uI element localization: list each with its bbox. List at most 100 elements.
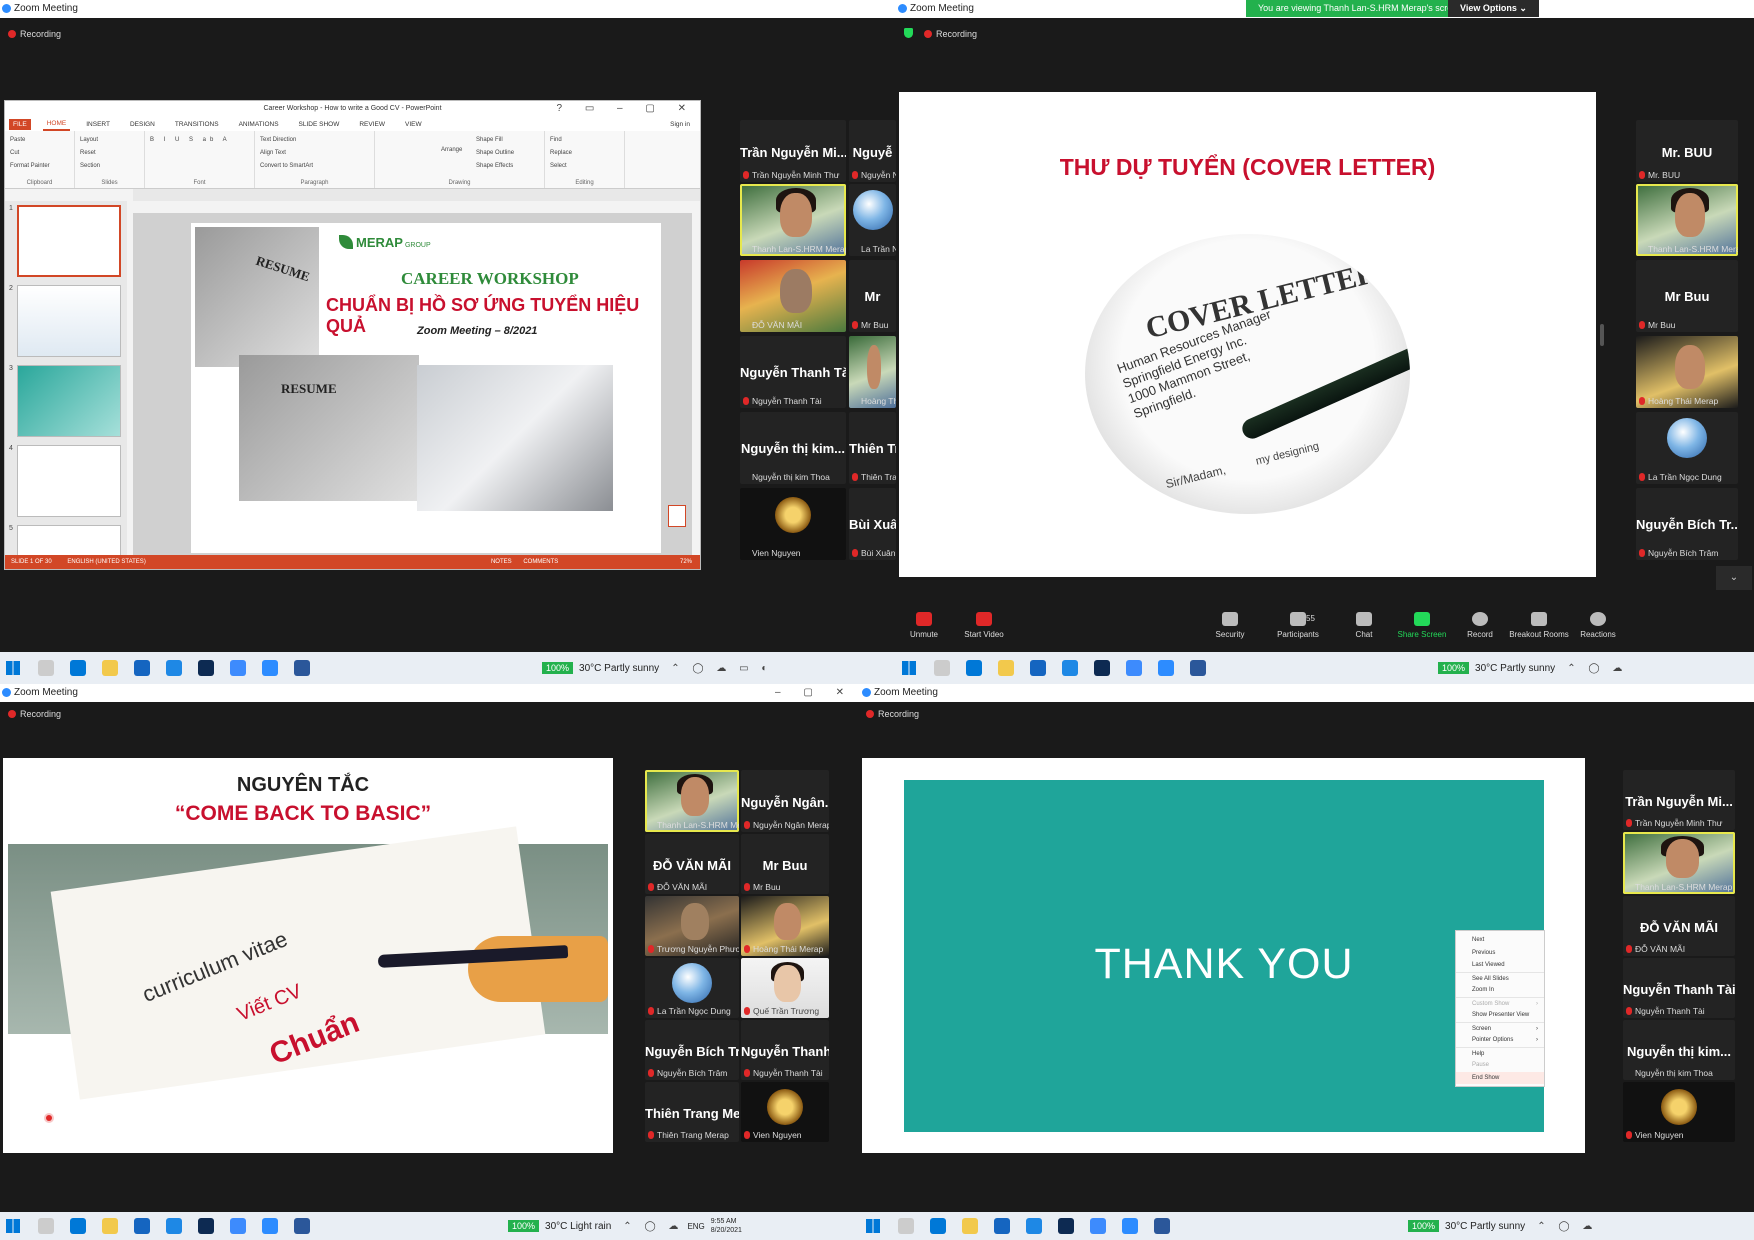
- participant-tile[interactable]: Vien Nguyen: [741, 1082, 829, 1142]
- participant-tile[interactable]: ĐỖ VĂN MÃI ĐỖ VĂN MÃI: [645, 834, 739, 894]
- font-controls[interactable]: B I U S ab A: [150, 134, 249, 147]
- record-button[interactable]: Record: [1450, 612, 1510, 639]
- menu-pointer-options[interactable]: Pointer Options ›: [1456, 1034, 1544, 1047]
- slide-thumb-5[interactable]: [17, 525, 121, 555]
- menu-custom-show[interactable]: Custom Show ›: [1456, 996, 1544, 1010]
- recording-indicator[interactable]: Recording: [8, 28, 61, 40]
- weather-widget[interactable]: 30°C Light rain: [545, 1221, 611, 1232]
- zalo-icon[interactable]: [1126, 660, 1142, 676]
- language-indicator[interactable]: ENGLISH (UNITED STATES): [67, 559, 145, 565]
- participant-tile[interactable]: Vien Nguyen: [740, 488, 846, 560]
- zoom-app-icon[interactable]: [1122, 1218, 1138, 1234]
- mail-icon[interactable]: [994, 1218, 1010, 1234]
- participant-tile[interactable]: La Trần Ngọc Dung: [645, 958, 739, 1018]
- format-painter-button[interactable]: Format Painter: [10, 160, 69, 173]
- recording-indicator[interactable]: Recording: [924, 28, 977, 40]
- zalo-icon[interactable]: [1090, 1218, 1106, 1234]
- photoshop-icon[interactable]: [198, 1218, 214, 1234]
- participant-tile[interactable]: Mr Buu Mr Buu: [1636, 260, 1738, 332]
- zalo-icon[interactable]: [230, 1218, 246, 1234]
- mail-icon[interactable]: [1030, 660, 1046, 676]
- tab-transitions[interactable]: TRANSITIONS: [171, 119, 223, 130]
- participant-tile[interactable]: Nguyễn Ngân... Nguyễn Ngân Merap: [741, 770, 829, 832]
- zalo-icon[interactable]: [230, 660, 246, 676]
- thank-you-slide[interactable]: THANK YOU: [904, 780, 1544, 1132]
- participant-tile-video[interactable]: Thanh Lan-S.HRM Merap: [740, 184, 846, 256]
- lync-icon[interactable]: [1026, 1218, 1042, 1234]
- file-explorer-icon[interactable]: [962, 1218, 978, 1234]
- tab-slide-show[interactable]: SLIDE SHOW: [295, 119, 344, 130]
- comments-button[interactable]: COMMENTS: [523, 559, 558, 565]
- current-slide[interactable]: RESUME RESUME MERAP GROUP CAREER WORKSHOP…: [191, 223, 661, 553]
- zoom-app-icon[interactable]: [262, 1218, 278, 1234]
- system-tray[interactable]: ⌃ ◯ ☁: [1567, 663, 1627, 674]
- edge-icon[interactable]: [70, 1218, 86, 1234]
- shape-effects-button[interactable]: Shape Effects: [380, 160, 539, 173]
- windows-start-icon[interactable]: [6, 661, 20, 675]
- zoom-app-icon[interactable]: [262, 660, 278, 676]
- participant-tile-video[interactable]: Trương Nguyễn Phươn...: [645, 896, 739, 956]
- windows-start-icon[interactable]: [866, 1219, 880, 1233]
- file-explorer-icon[interactable]: [102, 660, 118, 676]
- menu-end-show[interactable]: End Show: [1456, 1071, 1544, 1084]
- reset-button[interactable]: Reset: [80, 147, 139, 160]
- participant-tile-video[interactable]: Hoàng Thái Merap: [1636, 336, 1738, 408]
- word-icon[interactable]: [294, 1218, 310, 1234]
- participant-tile[interactable]: Mr. BUU Mr. BUU: [1636, 120, 1738, 182]
- participant-tile[interactable]: Nguyễ Nguyễn N: [849, 120, 896, 182]
- section-button[interactable]: Section: [80, 160, 139, 173]
- language-indicator[interactable]: ENG: [687, 1222, 704, 1231]
- security-button[interactable]: Security: [1200, 612, 1260, 639]
- participant-tile-video[interactable]: ĐỖ VĂN MÃI: [740, 260, 846, 332]
- participant-tile-video[interactable]: Hoàng Thái Merap: [741, 896, 829, 956]
- mail-icon[interactable]: [134, 1218, 150, 1234]
- menu-pause[interactable]: Pause: [1456, 1059, 1544, 1072]
- participant-tile-video[interactable]: Thanh Lan-S.HRM Merap: [645, 770, 739, 832]
- smartart-button[interactable]: Convert to SmartArt: [260, 160, 369, 173]
- select-button[interactable]: Select: [550, 160, 619, 173]
- cut-button[interactable]: Cut: [10, 147, 69, 160]
- system-tray[interactable]: ⌃ ◯ ☁: [1537, 1221, 1597, 1232]
- breakout-rooms-button[interactable]: Breakout Rooms: [1508, 612, 1570, 639]
- menu-presenter-view[interactable]: Show Presenter View: [1456, 1009, 1544, 1022]
- bookmark-icon[interactable]: [668, 505, 686, 527]
- participant-tile-video[interactable]: Thanh Lan-S.HRM Merap: [1623, 832, 1735, 894]
- participant-tile[interactable]: Nguyễn thị kim... Nguyễn thị kim Thoa: [1623, 1020, 1735, 1080]
- battery-indicator[interactable]: 100%: [1408, 1220, 1440, 1232]
- participant-tile-video[interactable]: Quế Trần Trương: [741, 958, 829, 1018]
- slide-thumb-3[interactable]: [17, 365, 121, 437]
- weather-widget[interactable]: 30°C Partly sunny: [1445, 1221, 1525, 1232]
- lync-icon[interactable]: [166, 660, 182, 676]
- participant-tile[interactable]: Nguyễn Bích Tr... Nguyễn Bích Trâm: [645, 1020, 739, 1080]
- file-explorer-icon[interactable]: [102, 1218, 118, 1234]
- tab-review[interactable]: REVIEW: [355, 119, 389, 130]
- participant-tile[interactable]: Mr Buu Mr Buu: [741, 834, 829, 894]
- chat-button[interactable]: Chat: [1334, 612, 1394, 639]
- file-explorer-icon[interactable]: [998, 660, 1014, 676]
- tab-insert[interactable]: INSERT: [82, 119, 114, 130]
- ppt-window-controls[interactable]: ? ▭ – ▢ ✕: [556, 101, 696, 117]
- photoshop-icon[interactable]: [1058, 1218, 1074, 1234]
- participant-tile[interactable]: Thiên Tr Thiên Tra: [849, 412, 896, 484]
- search-icon[interactable]: [934, 660, 950, 676]
- participant-tile[interactable]: Nguyễn Thanh Tài Nguyễn Thanh Tài: [1623, 958, 1735, 1018]
- mail-icon[interactable]: [134, 660, 150, 676]
- tab-file[interactable]: FILE: [9, 118, 31, 130]
- windows-start-icon[interactable]: [6, 1219, 20, 1233]
- participant-tile[interactable]: Thiên Trang Me... Thiên Trang Merap: [645, 1082, 739, 1142]
- participant-tile[interactable]: Mr Mr Buu: [849, 260, 896, 332]
- participant-tile[interactable]: ĐỖ VĂN MÃI ĐỖ VĂN MÃI: [1623, 896, 1735, 956]
- shape-fill-button[interactable]: Shape Fill: [380, 134, 539, 147]
- menu-see-all-slides[interactable]: See All Slides: [1456, 971, 1544, 985]
- menu-last-viewed[interactable]: Last Viewed: [1456, 959, 1544, 972]
- participant-tile[interactable]: Trần Nguyễn Mi... Trần Nguyễn Minh Thư: [1623, 770, 1735, 830]
- word-icon[interactable]: [1154, 1218, 1170, 1234]
- security-shield-icon[interactable]: [904, 28, 913, 38]
- search-icon[interactable]: [898, 1218, 914, 1234]
- zoom-app-icon[interactable]: [1158, 660, 1174, 676]
- photoshop-icon[interactable]: [1094, 660, 1110, 676]
- unmute-button[interactable]: Unmute: [894, 612, 954, 639]
- windows-start-icon[interactable]: [902, 661, 916, 675]
- photoshop-icon[interactable]: [198, 660, 214, 676]
- edge-icon[interactable]: [930, 1218, 946, 1234]
